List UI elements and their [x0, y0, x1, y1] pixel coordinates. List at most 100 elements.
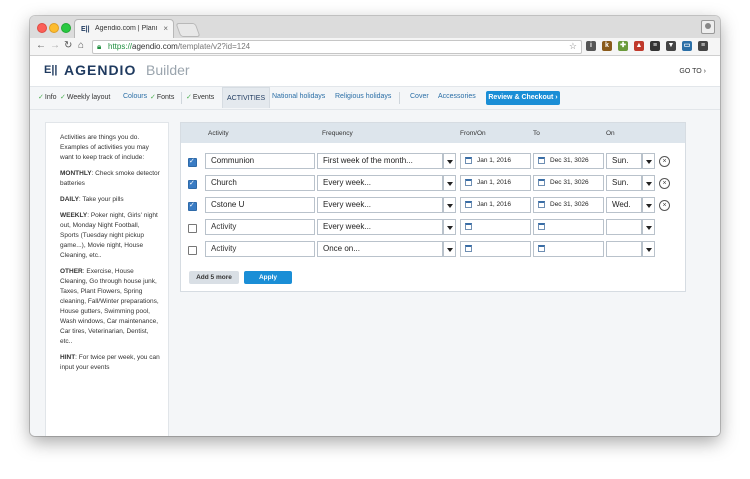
step-info[interactable]: ✓Info: [38, 93, 57, 101]
agendio-logo-icon[interactable]: E||: [44, 64, 58, 76]
activity-input[interactable]: Activity: [205, 241, 315, 257]
puzzle-ext-icon[interactable]: ✚: [618, 41, 628, 51]
weekday-dropdown-icon[interactable]: [642, 153, 655, 169]
check-icon: ✓: [150, 94, 156, 101]
weekday-dropdown-icon[interactable]: [642, 175, 655, 191]
to-date-input[interactable]: Dec 31, 3026: [533, 153, 604, 169]
step-accessories[interactable]: Accessories: [438, 93, 476, 100]
info-ext-icon[interactable]: i: [586, 41, 596, 51]
calendar-icon[interactable]: [538, 245, 545, 252]
calendar-icon[interactable]: [538, 223, 545, 230]
from-date-input[interactable]: [460, 219, 531, 235]
browser-tab[interactable]: E|| Agendio.com | Planner Bui ×: [74, 19, 174, 38]
weekday-select[interactable]: Sun.: [606, 175, 642, 191]
row-checkbox[interactable]: [188, 246, 197, 255]
to-date-input[interactable]: Dec 31, 3026: [533, 175, 604, 191]
frequency-select[interactable]: Once on...: [317, 241, 443, 257]
calendar-icon[interactable]: [538, 201, 545, 208]
sidebar-intro: Activities are things you do. Examples o…: [60, 134, 149, 161]
reload-icon[interactable]: ↻: [64, 40, 72, 51]
weekday-dropdown-icon[interactable]: [642, 241, 655, 257]
frequency-select[interactable]: Every week...: [317, 197, 443, 213]
frequency-select[interactable]: Every week...: [317, 219, 443, 235]
from-date-input[interactable]: [460, 241, 531, 257]
goto-menu[interactable]: GO TO ›: [679, 68, 706, 75]
from-date-input[interactable]: Jan 1, 2016: [460, 197, 531, 213]
maximize-window-icon[interactable]: [61, 23, 71, 33]
activity-input[interactable]: Communion: [205, 153, 315, 169]
step-fonts[interactable]: ✓Fonts: [150, 93, 174, 101]
to-date-input[interactable]: [533, 241, 604, 257]
calendar-icon[interactable]: [465, 245, 472, 252]
step-activities[interactable]: ACTIVITIES: [222, 87, 271, 108]
frequency-dropdown-icon[interactable]: [443, 219, 456, 235]
tab-close-icon[interactable]: ×: [163, 24, 168, 33]
frequency-dropdown-icon[interactable]: [443, 175, 456, 191]
to-date-input[interactable]: Dec 31, 3026: [533, 197, 604, 213]
lock-icon: 🔒︎: [97, 42, 102, 51]
back-icon[interactable]: ←: [36, 40, 46, 51]
hat-ext-icon[interactable]: ▲: [634, 41, 644, 51]
to-date-input[interactable]: [533, 219, 604, 235]
frequency-dropdown-icon[interactable]: [443, 241, 456, 257]
step-weekly-layout[interactable]: ✓Weekly layout: [60, 93, 110, 101]
forward-icon[interactable]: →: [50, 40, 60, 51]
row-checkbox[interactable]: [188, 179, 197, 189]
frequency-dropdown-icon[interactable]: [443, 153, 456, 169]
step-colours[interactable]: Colours: [123, 93, 147, 100]
builder-steps-nav: ✓Info ✓Weekly layout Colours ✓Fonts ✓Eve…: [30, 86, 720, 110]
review-checkout-button[interactable]: Review & Checkout ›: [486, 91, 560, 105]
new-tab-button[interactable]: [175, 23, 201, 37]
row-checkbox[interactable]: [188, 157, 197, 167]
calendar-icon[interactable]: [465, 223, 472, 230]
calendar-icon[interactable]: [465, 201, 472, 208]
activity-input[interactable]: Cstone U: [205, 197, 315, 213]
remove-row-icon[interactable]: ×: [659, 178, 670, 189]
calendar-icon[interactable]: [538, 179, 545, 186]
from-date-input[interactable]: Jan 1, 2016: [460, 175, 531, 191]
calendar-icon[interactable]: [465, 179, 472, 186]
calendar-icon[interactable]: [538, 157, 545, 164]
weekday-dropdown-icon[interactable]: [642, 197, 655, 213]
address-bar[interactable]: 🔒︎ https://agendio.com/template/v2?id=12…: [92, 40, 582, 54]
weekday-select[interactable]: Wed.: [606, 197, 642, 213]
screen-ext-icon[interactable]: ▭: [682, 41, 692, 51]
layers-ext-icon[interactable]: ≡: [650, 41, 660, 51]
minimize-window-icon[interactable]: [49, 23, 59, 33]
table-row: CommunionFirst week of the month... Jan 1…: [181, 153, 685, 171]
frequency-dropdown-icon[interactable]: [443, 197, 456, 213]
check-icon: ✓: [38, 94, 44, 101]
close-window-icon[interactable]: [37, 23, 47, 33]
calendar-icon[interactable]: [465, 157, 472, 164]
browser-window: E|| Agendio.com | Planner Bui × ← → ↻ ⌂ …: [30, 16, 720, 436]
from-date-input[interactable]: Jan 1, 2016: [460, 153, 531, 169]
step-cover[interactable]: Cover: [410, 93, 429, 100]
tab-title: Agendio.com | Planner Bui: [95, 25, 157, 32]
header-activity: Activity: [208, 130, 229, 137]
weekday-select[interactable]: [606, 241, 642, 257]
to-date-text: Dec 31, 3026: [550, 179, 589, 186]
row-checkbox[interactable]: [188, 201, 197, 211]
profile-icon[interactable]: [701, 20, 715, 34]
weekday-select[interactable]: [606, 219, 642, 235]
to-date-text: Dec 31, 3026: [550, 201, 589, 208]
step-religious-holidays[interactable]: Religious holidays: [335, 93, 391, 100]
row-checkbox[interactable]: [188, 224, 197, 233]
apply-button[interactable]: Apply: [244, 271, 292, 284]
add-5-more-button[interactable]: Add 5 more: [189, 271, 239, 284]
weekday-dropdown-icon[interactable]: [642, 219, 655, 235]
step-events[interactable]: ✓Events: [186, 93, 214, 101]
remove-row-icon[interactable]: ×: [659, 200, 670, 211]
activity-input[interactable]: Activity: [205, 219, 315, 235]
weekday-select[interactable]: Sun.: [606, 153, 642, 169]
step-national-holidays[interactable]: National holidays: [272, 93, 325, 100]
frequency-select[interactable]: First week of the month...: [317, 153, 443, 169]
pocket-ext-icon[interactable]: ▼: [666, 41, 676, 51]
home-icon[interactable]: ⌂: [78, 40, 84, 51]
bookmark-star-icon[interactable]: ☆: [569, 41, 577, 52]
k-ext-icon[interactable]: k: [602, 41, 612, 51]
activity-input[interactable]: Church: [205, 175, 315, 191]
frequency-select[interactable]: Every week...: [317, 175, 443, 191]
remove-row-icon[interactable]: ×: [659, 156, 670, 167]
menu-icon[interactable]: ≡: [698, 41, 708, 51]
